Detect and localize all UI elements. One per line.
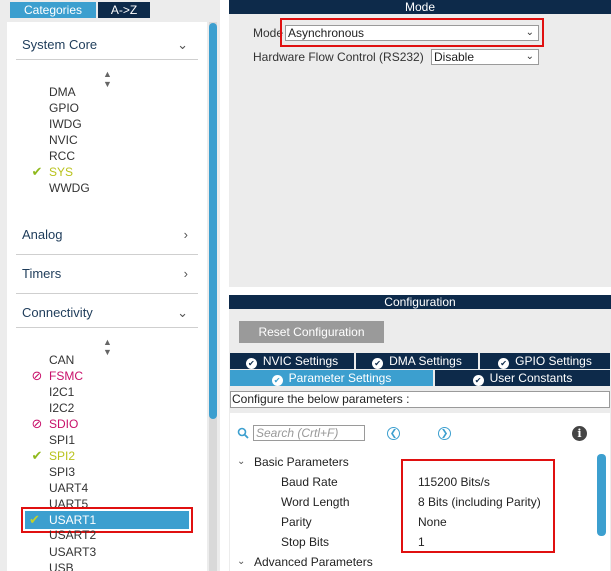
forbidden-icon: ⊘: [31, 368, 43, 383]
category-label: Analog: [22, 227, 63, 242]
hw-flow-label: Hardware Flow Control (RS232): [253, 50, 424, 64]
param-name-baud-rate: Baud Rate: [281, 475, 338, 489]
selection-highlight: [21, 507, 193, 533]
chevron-down-icon: ⌄: [177, 37, 188, 52]
tab-categories[interactable]: Categories: [10, 2, 96, 18]
tab-gpio-settings[interactable]: ✔ GPIO Settings: [480, 353, 610, 369]
peripheral-sdio[interactable]: ⊘ SDIO: [32, 416, 79, 432]
check-circle-icon: ✔: [372, 358, 384, 369]
param-name-word-length: Word Length: [281, 495, 350, 509]
peripheral-spi3[interactable]: SPI3: [49, 464, 75, 480]
check-icon: ✔: [31, 164, 43, 179]
tab-a-to-z[interactable]: A->Z: [98, 2, 150, 18]
peripheral-i2c2[interactable]: I2C2: [49, 400, 74, 416]
param-name-parity: Parity: [281, 515, 312, 529]
tab-user-constants[interactable]: ✔ User Constants: [435, 370, 610, 386]
category-label: Timers: [22, 266, 62, 281]
search-input[interactable]: Search (Crtl+F): [253, 425, 365, 441]
peripheral-usart3[interactable]: USART3: [49, 544, 96, 560]
configuration-title: Configuration: [229, 295, 611, 309]
chevron-down-icon[interactable]: ⌄: [237, 454, 245, 470]
peripheral-dma[interactable]: DMA: [49, 84, 76, 100]
divider: [16, 327, 198, 328]
group-basic-parameters[interactable]: Basic Parameters: [254, 454, 349, 470]
divider: [16, 293, 198, 294]
divider: [16, 59, 198, 60]
config-description: Configure the below parameters :: [230, 391, 610, 408]
reset-configuration-button[interactable]: Reset Configuration: [239, 321, 384, 343]
divider: [16, 254, 198, 255]
mode-label: Mode: [253, 26, 284, 40]
chevron-down-icon: ⌄: [525, 51, 534, 62]
peripheral-fsmc[interactable]: ⊘ FSMC: [32, 368, 83, 384]
next-icon[interactable]: ❯: [438, 427, 451, 440]
category-list: [7, 22, 207, 571]
tab-nvic-settings[interactable]: ✔ NVIC Settings: [230, 353, 354, 369]
category-scrollbar-thumb[interactable]: [209, 23, 217, 419]
tab-parameter-settings[interactable]: ✔ Parameter Settings: [230, 370, 433, 386]
peripheral-i2c1[interactable]: I2C1: [49, 384, 74, 400]
parameters-highlight: [401, 459, 555, 553]
chevron-down-icon: ⌄: [177, 305, 188, 320]
sort-arrows-icon[interactable]: ▲ ▼: [103, 69, 112, 89]
peripheral-rcc[interactable]: RCC: [49, 148, 75, 164]
previous-icon[interactable]: ❮: [387, 427, 400, 440]
peripheral-can[interactable]: CAN: [49, 352, 74, 368]
category-label: Connectivity: [22, 305, 93, 320]
hw-flow-select[interactable]: Disable ⌄: [431, 49, 539, 65]
info-icon[interactable]: i: [572, 426, 587, 441]
peripheral-wwdg[interactable]: WWDG: [49, 180, 90, 196]
parameter-scrollbar-thumb[interactable]: [597, 454, 606, 536]
mode-title: Mode: [229, 0, 611, 14]
category-connectivity[interactable]: Connectivity ⌄: [22, 303, 192, 323]
sort-arrows-icon[interactable]: ▲ ▼: [103, 337, 112, 357]
group-advanced-parameters[interactable]: Advanced Parameters: [254, 554, 373, 570]
peripheral-spi2[interactable]: ✔ SPI2: [32, 448, 75, 464]
param-name-stop-bits: Stop Bits: [281, 535, 330, 549]
peripheral-spi1[interactable]: SPI1: [49, 432, 75, 448]
check-circle-icon: ✔: [271, 375, 283, 386]
chevron-right-icon: ›: [183, 266, 188, 281]
peripheral-sys[interactable]: ✔ SYS: [32, 164, 73, 180]
category-analog[interactable]: Analog ›: [22, 225, 192, 245]
forbidden-icon: ⊘: [31, 416, 43, 431]
category-system-core[interactable]: System Core ⌄: [22, 35, 192, 55]
mode-highlight: [280, 18, 544, 47]
peripheral-usart2[interactable]: USART2: [49, 530, 96, 543]
tab-dma-settings[interactable]: ✔ DMA Settings: [356, 353, 478, 369]
category-timers[interactable]: Timers ›: [22, 264, 192, 284]
categories-panel: Categories A->Z System Core ⌄ ▲ ▼ DMA GPI…: [0, 0, 220, 571]
peripheral-iwdg[interactable]: IWDG: [49, 116, 82, 132]
check-circle-icon: ✔: [245, 358, 257, 369]
peripheral-nvic[interactable]: NVIC: [49, 132, 78, 148]
check-circle-icon: ✔: [498, 358, 510, 369]
category-tabs: Categories A->Z: [10, 2, 150, 18]
chevron-right-icon: ›: [183, 227, 188, 242]
search-icon: [237, 427, 249, 439]
chevron-down-icon[interactable]: ⌄: [237, 554, 245, 570]
hw-flow-select-value: Disable: [434, 50, 475, 64]
check-circle-icon: ✔: [472, 375, 484, 386]
peripheral-uart4[interactable]: UART4: [49, 480, 88, 496]
peripheral-gpio[interactable]: GPIO: [49, 100, 79, 116]
peripheral-usb[interactable]: USB: [49, 560, 74, 571]
category-label: System Core: [22, 37, 98, 52]
check-icon: ✔: [31, 448, 43, 463]
